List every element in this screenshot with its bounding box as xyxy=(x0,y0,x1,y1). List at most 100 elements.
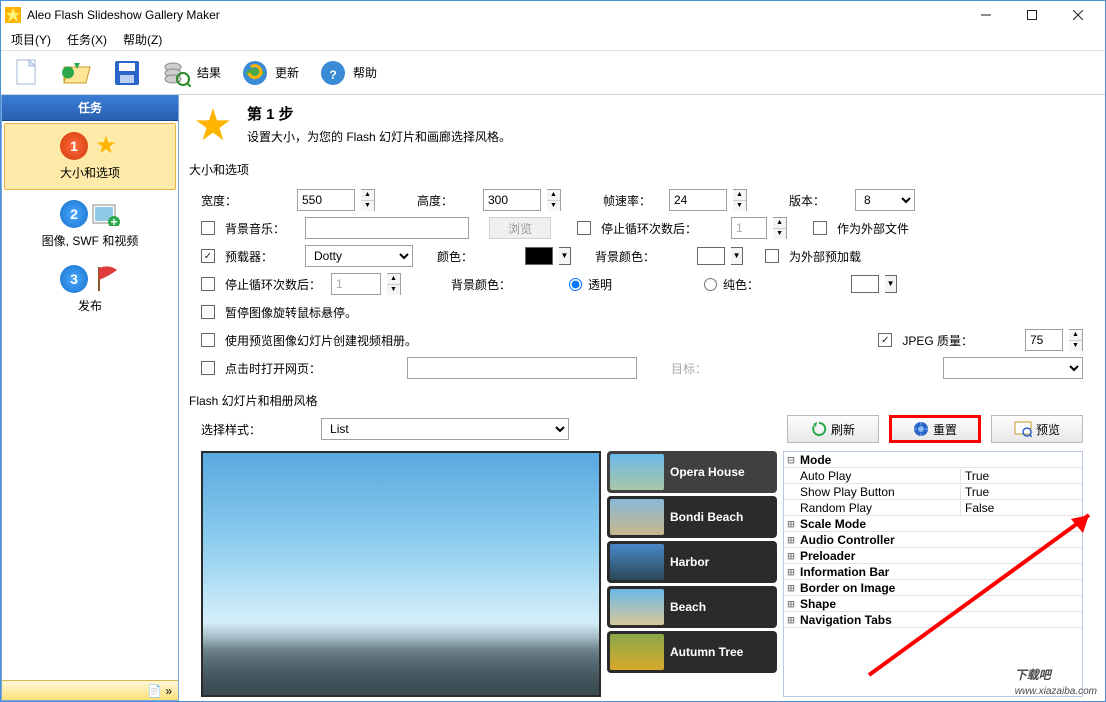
spinner-stoploop[interactable]: ▲▼ xyxy=(387,273,401,295)
thumb-item[interactable]: Opera House xyxy=(607,451,777,493)
label-external-preload: 为外部预加载 xyxy=(789,248,861,265)
checkbox-bgmusic[interactable] xyxy=(201,221,215,235)
toolbar-result-label: 结果 xyxy=(197,64,221,81)
colorpicker-solid-dropdown[interactable]: ▼ xyxy=(885,275,897,293)
section-size-options: 大小和选项 xyxy=(189,161,1095,178)
sidebar-item-media[interactable]: 2 + 图像, SWF 和视频 xyxy=(2,192,178,257)
reset-button[interactable]: 重置 xyxy=(889,415,981,443)
thumb-item[interactable]: Beach xyxy=(607,586,777,628)
checkbox-pause-rotate[interactable] xyxy=(201,305,215,319)
checkbox-use-preview[interactable] xyxy=(201,333,215,347)
select-style[interactable]: List xyxy=(321,418,569,440)
radio-solid[interactable] xyxy=(704,278,717,291)
label-jpeg: JPEG 质量： xyxy=(902,332,973,349)
label-bgcolor2: 背景颜色： xyxy=(451,276,511,293)
select-version[interactable]: 8 xyxy=(855,189,915,211)
label-pause-rotate: 暂停图像旋转鼠标悬停。 xyxy=(225,304,357,321)
label-transparent: 透明 xyxy=(588,276,612,293)
checkbox-preloader[interactable]: ✓ xyxy=(201,249,215,263)
step-title: 第 1 步 xyxy=(247,103,511,124)
step-badge-3-icon: 3 xyxy=(60,265,88,293)
thumb-item[interactable]: Harbor xyxy=(607,541,777,583)
spinner-jpeg[interactable]: ▲▼ xyxy=(1069,329,1083,351)
colorpicker-color-dropdown[interactable]: ▼ xyxy=(559,247,571,265)
checkbox-external-preload[interactable] xyxy=(765,249,779,263)
refresh-button[interactable]: 刷新 xyxy=(787,415,879,443)
toolbar-open[interactable] xyxy=(59,55,95,91)
thumb-item[interactable]: Autumn Tree xyxy=(607,631,777,673)
input-height[interactable] xyxy=(483,189,541,211)
step-description: 设置大小，为您的 Flash 幻灯片和画廊选择风格。 xyxy=(247,128,511,145)
step-badge-1-icon: 1 xyxy=(60,132,88,160)
thumb-item[interactable]: Bondi Beach xyxy=(607,496,777,538)
label-color: 颜色： xyxy=(437,248,473,265)
footer-doc-icon[interactable]: 📄 » xyxy=(147,684,172,698)
toolbar-result[interactable]: 结果 xyxy=(159,55,223,91)
preview-image xyxy=(201,451,601,697)
maximize-button[interactable] xyxy=(1009,1,1055,29)
svg-text:+: + xyxy=(110,215,117,226)
checkbox-jpeg[interactable]: ✓ xyxy=(878,333,892,347)
label-stoploop-after: 停止循环次数后： xyxy=(601,220,697,237)
label-click-open: 点击时打开网页： xyxy=(225,360,345,377)
sidebar-item-publish[interactable]: 3 发布 xyxy=(2,257,178,322)
preview-button[interactable]: 预览 xyxy=(991,415,1083,443)
toolbar-new[interactable] xyxy=(9,55,45,91)
sidebar-item-size-options[interactable]: 1★ 大小和选项 xyxy=(4,123,176,190)
toolbar-update-label: 更新 xyxy=(275,64,299,81)
checkbox-external-file[interactable] xyxy=(813,221,827,235)
sidebar-footer: 📄 » xyxy=(2,680,178,700)
input-url[interactable] xyxy=(407,357,637,379)
watermark: 下载吧 www.xiazaiba.com xyxy=(1015,654,1097,697)
step-badge-2-icon: 2 xyxy=(60,200,88,228)
colorpicker-color[interactable] xyxy=(525,247,553,265)
label-target: 目标： xyxy=(671,360,707,377)
spinner-stoploop-after[interactable]: ▲▼ xyxy=(773,217,787,239)
preview-row: Opera House Bondi Beach Harbor Beach Aut… xyxy=(189,451,1095,697)
close-button[interactable] xyxy=(1055,1,1101,29)
checkbox-stoploop[interactable] xyxy=(201,277,215,291)
step-header: ★ 第 1 步 设置大小，为您的 Flash 幻灯片和画廊选择风格。 xyxy=(189,99,1095,159)
toolbar-help[interactable]: ?帮助 xyxy=(315,55,379,91)
toolbar-save[interactable] xyxy=(109,55,145,91)
checkbox-click-open[interactable] xyxy=(201,361,215,375)
input-width[interactable] xyxy=(297,189,355,211)
big-star-icon: ★ xyxy=(189,103,237,151)
style-row: 选择样式： List 刷新 重置 预览 xyxy=(189,413,1095,445)
label-bgcolor: 背景颜色： xyxy=(595,248,655,265)
minimize-button[interactable] xyxy=(963,1,1009,29)
spinner-height[interactable]: ▲▼ xyxy=(547,189,561,211)
colorpicker-bgcolor-dropdown[interactable]: ▼ xyxy=(731,247,743,265)
radio-transparent[interactable] xyxy=(569,278,582,291)
select-preloader[interactable]: Dotty xyxy=(305,245,413,267)
sidebar-item-label: 图像, SWF 和视频 xyxy=(2,232,178,249)
sidebar-item-label: 大小和选项 xyxy=(5,164,175,181)
input-jpeg[interactable] xyxy=(1025,329,1063,351)
colorpicker-solid[interactable] xyxy=(851,275,879,293)
checkbox-stoploop-after[interactable] xyxy=(577,221,591,235)
label-version: 版本： xyxy=(789,192,849,209)
app-icon xyxy=(5,7,21,23)
toolbar-update[interactable]: 更新 xyxy=(237,55,301,91)
label-solid: 纯色： xyxy=(723,276,759,293)
menu-task[interactable]: 任务(X) xyxy=(59,29,115,50)
colorpicker-bgcolor[interactable] xyxy=(697,247,725,265)
menu-project[interactable]: 项目(Y) xyxy=(3,29,59,50)
label-use-preview: 使用预览图像幻灯片创建视频相册。 xyxy=(225,332,417,349)
menubar: 项目(Y) 任务(X) 帮助(Z) xyxy=(1,29,1105,51)
toolbar-help-label: 帮助 xyxy=(353,64,377,81)
flag-icon xyxy=(92,265,120,293)
sidebar-header: 任务 xyxy=(2,95,178,121)
toolbar: 结果 更新 ?帮助 xyxy=(1,51,1105,95)
select-target[interactable] xyxy=(943,357,1083,379)
menu-help[interactable]: 帮助(Z) xyxy=(115,29,170,50)
spinner-width[interactable]: ▲▼ xyxy=(361,189,375,211)
spinner-fps[interactable]: ▲▼ xyxy=(733,189,747,211)
input-stoploop[interactable] xyxy=(331,273,381,295)
input-stoploop-after[interactable] xyxy=(731,217,767,239)
input-fps[interactable] xyxy=(669,189,727,211)
titlebar: Aleo Flash Slideshow Gallery Maker xyxy=(1,1,1105,29)
input-bgmusic[interactable] xyxy=(305,217,469,239)
browse-button[interactable]: 浏览 xyxy=(489,217,551,239)
sidebar-item-label: 发布 xyxy=(2,297,178,314)
